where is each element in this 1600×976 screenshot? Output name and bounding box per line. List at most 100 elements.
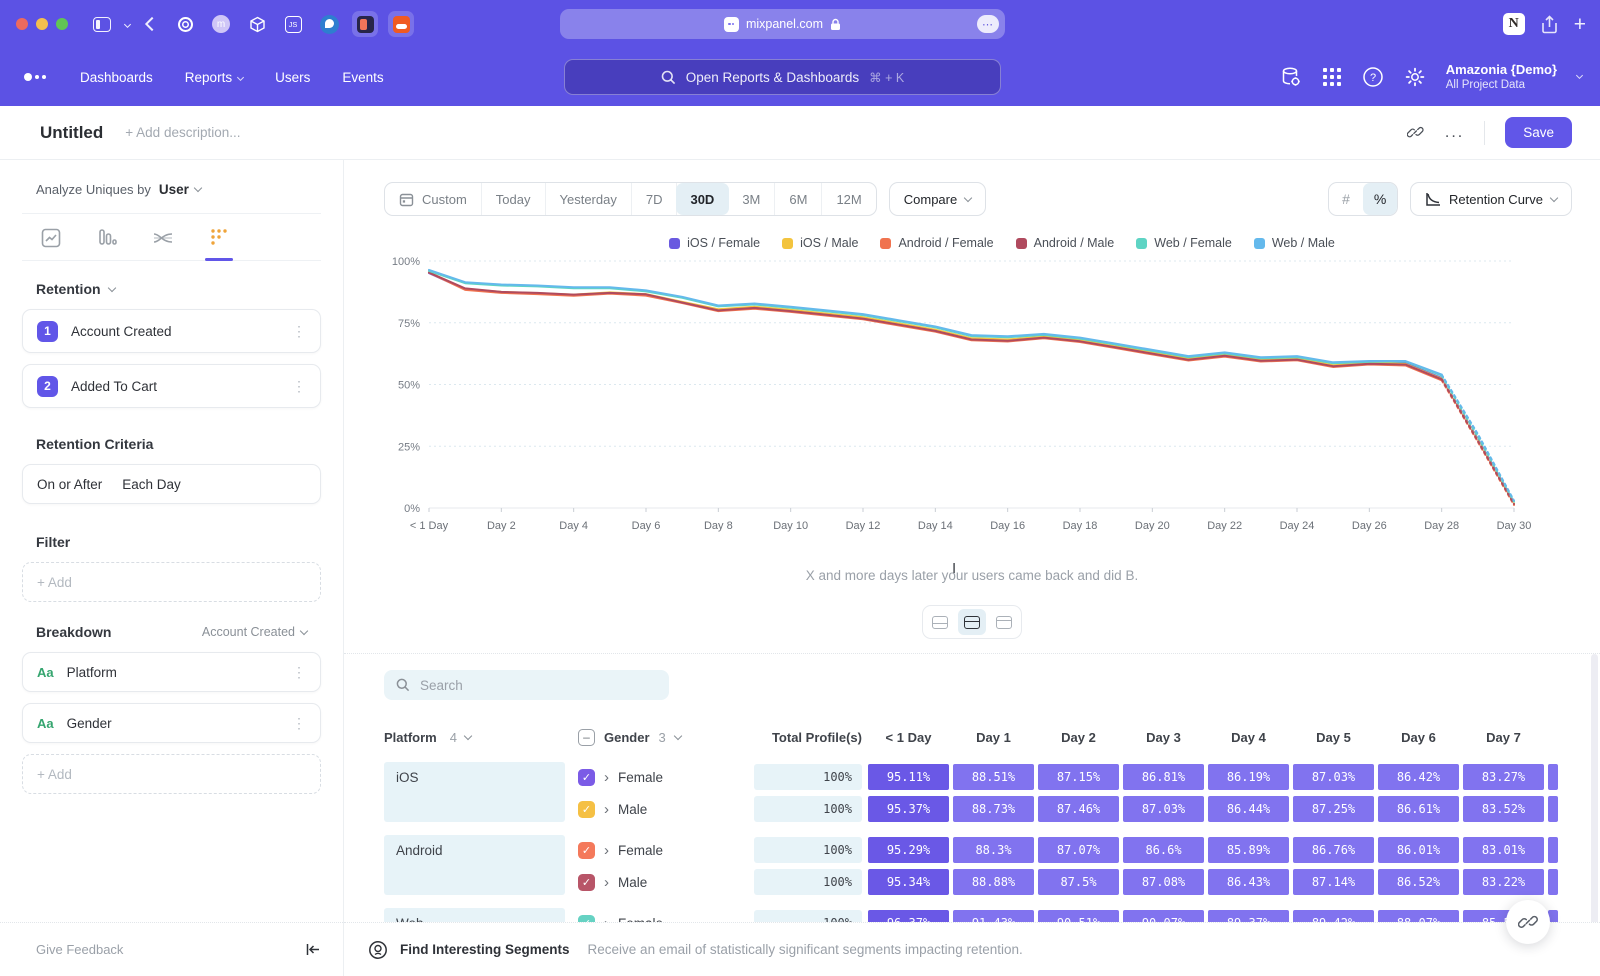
gender-column-header[interactable]: – Gender3 xyxy=(578,729,742,746)
legend-item[interactable]: Web / Female xyxy=(1136,236,1232,250)
retention-value-cell[interactable]: 86.43% xyxy=(1208,869,1289,895)
day-column-header[interactable]: Day 4 xyxy=(1208,730,1289,745)
retention-value-cell[interactable]: 85.89% xyxy=(1208,837,1289,863)
extension-icon[interactable] xyxy=(244,11,270,37)
retention-value-cell[interactable]: 86.6% xyxy=(1123,837,1204,863)
notion-extension-icon[interactable]: N xyxy=(1503,13,1525,35)
extension-icon[interactable] xyxy=(316,11,342,37)
expand-chevron-icon[interactable]: › xyxy=(604,802,609,817)
day-column-header[interactable]: Day 2 xyxy=(1038,730,1119,745)
new-tab-icon[interactable]: + xyxy=(1574,14,1586,35)
retention-value-cell[interactable]: 87.07% xyxy=(1038,837,1119,863)
nav-dashboards[interactable]: Dashboards xyxy=(80,70,153,85)
total-profiles-header[interactable]: Total Profile(s) xyxy=(754,730,862,745)
criteria-interval[interactable]: Each Day xyxy=(122,477,181,492)
breakdown-property-label[interactable]: Gender xyxy=(67,716,112,731)
day-column-header[interactable]: Day 7 xyxy=(1463,730,1544,745)
series-checkbox[interactable]: ✓ xyxy=(578,801,595,818)
url-more-icon[interactable]: ⋯ xyxy=(977,15,999,33)
day-column-header[interactable]: Day 5 xyxy=(1293,730,1374,745)
collapse-sidebar-icon[interactable] xyxy=(306,943,321,956)
series-checkbox[interactable]: ✓ xyxy=(578,842,595,859)
vertical-scrollbar[interactable] xyxy=(1591,654,1598,954)
help-icon[interactable]: ? xyxy=(1362,66,1384,88)
expand-chevron-icon[interactable]: › xyxy=(604,843,609,858)
unit-percent-button[interactable]: % xyxy=(1363,183,1397,215)
window-controls[interactable] xyxy=(16,18,68,30)
kebab-menu-icon[interactable]: ⋮ xyxy=(292,323,306,340)
analyze-value[interactable]: User xyxy=(159,182,189,197)
sidebar-toggle-icon[interactable] xyxy=(93,17,111,32)
retention-step-card[interactable]: 1 Account Created ⋮ xyxy=(22,309,321,353)
more-options-icon[interactable]: ... xyxy=(1445,124,1464,142)
day-column-header[interactable]: Day 1 xyxy=(953,730,1034,745)
kebab-menu-icon[interactable]: ⋮ xyxy=(292,715,306,732)
report-description-placeholder[interactable]: + Add description... xyxy=(125,125,240,140)
retention-value-cell[interactable]: 95.37% xyxy=(868,796,949,822)
extension-icon[interactable] xyxy=(388,11,414,37)
retention-value-cell[interactable]: 88.88% xyxy=(953,869,1034,895)
series-checkbox[interactable]: ✓ xyxy=(578,874,595,891)
retention-section-header[interactable]: Retention xyxy=(36,281,307,297)
retention-step-card[interactable]: 2 Added To Cart ⋮ xyxy=(22,364,321,408)
url-bar[interactable]: mixpanel.com ⋯ xyxy=(560,9,1005,39)
data-management-icon[interactable] xyxy=(1280,66,1302,88)
expand-chevron-icon[interactable]: › xyxy=(604,770,609,785)
view-split-button[interactable] xyxy=(958,609,986,635)
legend-item[interactable]: Android / Male xyxy=(1016,236,1115,250)
view-table-only-button[interactable] xyxy=(990,609,1018,635)
criteria-card[interactable]: On or After Each Day xyxy=(22,464,321,504)
mixpanel-logo-icon[interactable] xyxy=(24,73,46,81)
gender-cell[interactable]: ✓›Male xyxy=(578,801,742,818)
platform-column-header[interactable]: Platform4 xyxy=(384,730,565,745)
gender-cell[interactable]: ✓›Female xyxy=(578,769,742,786)
chart-type-button[interactable]: Retention Curve xyxy=(1410,182,1572,216)
give-feedback-link[interactable]: Give Feedback xyxy=(36,942,123,957)
segments-title[interactable]: Find Interesting Segments xyxy=(400,942,570,957)
back-icon[interactable] xyxy=(147,19,157,29)
range-7d[interactable]: 7D xyxy=(632,183,678,215)
breakdown-scope-select[interactable]: Account Created xyxy=(202,625,307,639)
criteria-operator[interactable]: On or After xyxy=(37,477,102,492)
range-12m[interactable]: 12M xyxy=(822,183,875,215)
platform-cell[interactable]: Android xyxy=(384,835,565,895)
view-chart-only-button[interactable] xyxy=(926,609,954,635)
nav-reports[interactable]: Reports xyxy=(185,70,243,85)
retention-value-cell[interactable]: 87.14% xyxy=(1293,869,1374,895)
series-checkbox[interactable]: ✓ xyxy=(578,769,595,786)
tab-flows[interactable] xyxy=(148,228,178,260)
breakdown-card[interactable]: Aa Gender ⋮ xyxy=(22,703,321,743)
day-column-header[interactable]: Day 6 xyxy=(1378,730,1459,745)
legend-item[interactable]: Web / Male xyxy=(1254,236,1335,250)
kebab-menu-icon[interactable]: ⋮ xyxy=(292,378,306,395)
share-link-fab[interactable] xyxy=(1506,900,1550,944)
retention-value-cell[interactable]: 86.42% xyxy=(1378,764,1459,790)
retention-value-cell[interactable]: 87.08% xyxy=(1123,869,1204,895)
range-yesterday[interactable]: Yesterday xyxy=(546,183,632,215)
breakdown-property-label[interactable]: Platform xyxy=(67,665,117,680)
retention-value-cell[interactable]: 95.34% xyxy=(868,869,949,895)
step-event-label[interactable]: Added To Cart xyxy=(71,379,157,394)
retention-value-cell[interactable]: 83.27% xyxy=(1463,764,1544,790)
retention-value-cell[interactable]: 83.22% xyxy=(1463,869,1544,895)
legend-item[interactable]: Android / Female xyxy=(880,236,993,250)
retention-value-cell[interactable]: 88.73% xyxy=(953,796,1034,822)
retention-chart[interactable]: 0%25%50%75%100%< 1 DayDay 2Day 4Day 6Day… xyxy=(344,254,1600,554)
extension-icon[interactable] xyxy=(352,11,378,37)
extension-icon[interactable]: m xyxy=(208,11,234,37)
retention-value-cell[interactable]: 86.76% xyxy=(1293,837,1374,863)
retention-value-cell[interactable]: 88.3% xyxy=(953,837,1034,863)
retention-value-cell[interactable]: 86.19% xyxy=(1208,764,1289,790)
table-search-input[interactable]: Search xyxy=(384,670,669,700)
extension-icon[interactable] xyxy=(172,11,198,37)
apps-grid-icon[interactable] xyxy=(1322,67,1342,87)
range-custom[interactable]: Custom xyxy=(385,183,482,215)
retention-value-cell[interactable]: 87.46% xyxy=(1038,796,1119,822)
retention-value-cell[interactable]: 87.15% xyxy=(1038,764,1119,790)
filter-add-button[interactable]: + Add xyxy=(22,562,321,602)
kebab-menu-icon[interactable]: ⋮ xyxy=(292,664,306,681)
share-icon[interactable] xyxy=(1541,15,1558,34)
day-column-header[interactable]: < 1 Day xyxy=(868,730,949,745)
range-6m[interactable]: 6M xyxy=(775,183,822,215)
range-today[interactable]: Today xyxy=(482,183,546,215)
